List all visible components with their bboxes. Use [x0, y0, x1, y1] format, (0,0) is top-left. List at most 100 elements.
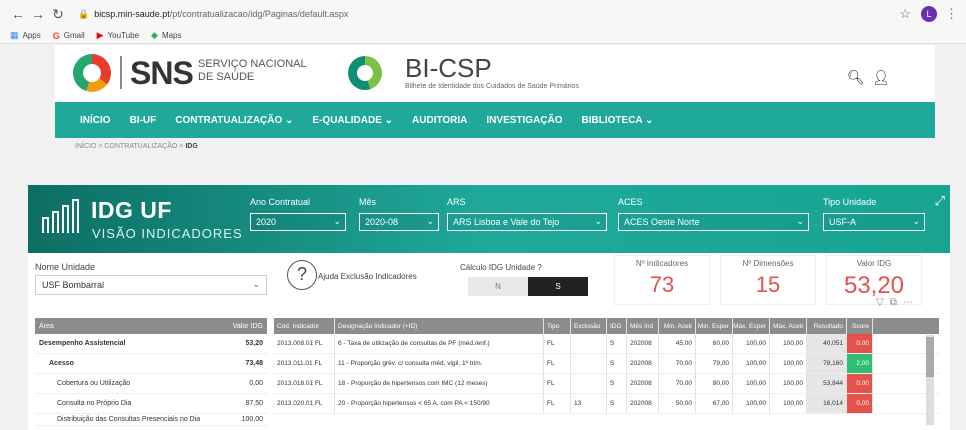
table-cell-exc	[571, 354, 607, 373]
filter-mes: Mês 2020-08 ⌄	[359, 197, 439, 231]
sns-logo-icon[interactable]	[73, 54, 111, 92]
nav-investigacao[interactable]: INVESTIGAÇÃO	[486, 115, 562, 126]
table-cell-min_e: 60,00	[696, 334, 733, 353]
table-cell-idg: S	[607, 374, 627, 393]
table-cell-cod: 2013.011.01 FL	[274, 354, 335, 373]
help-question-icon[interactable]: ?	[287, 260, 317, 290]
bookmark-apps[interactable]: ▦ Apps	[10, 30, 41, 41]
chevron-down-icon: ⌄	[912, 216, 920, 226]
indicators-table: Cód. Indicador Designação Indicador (+ID…	[274, 318, 939, 414]
table-cell-max_e: 100,00	[733, 374, 770, 393]
address-bar[interactable]: 🔒 bicsp.min-saude.pt/pt/contratualizacao/…	[78, 9, 899, 20]
bi-csp-title: BI-CSP	[405, 53, 492, 83]
nav-biblioteca[interactable]: BIBLIOTECA ⌄	[582, 115, 654, 126]
bi-csp-logo-icon[interactable]	[348, 56, 382, 90]
table-row[interactable]: 2013.008.01 FL 6 - Taxa de utilização de …	[274, 334, 939, 354]
kpi-num-dimensoes: Nº Dimensões 15	[720, 255, 816, 305]
logo-divider	[120, 56, 122, 89]
area-table-header: Área Valor IDG	[35, 318, 267, 334]
nav-auditoria[interactable]: AUDITORIA	[412, 115, 467, 126]
table-cell-min_a: 70,00	[659, 354, 696, 373]
table-cell-max_a: 100,00	[770, 354, 807, 373]
report-panel: IDG UF VISÃO INDICADORES Ano Contratual …	[28, 185, 950, 430]
scrollbar-thumb[interactable]	[926, 337, 934, 377]
table-cell-cod: 2013.008.01 FL	[274, 334, 335, 353]
table-row[interactable]: Consulta no Próprio Dia 87,50	[35, 394, 267, 414]
table-cell-tipo: FL	[544, 374, 571, 393]
unit-label: Nome Unidade	[35, 262, 96, 272]
filter-ars: ARS ARS Lisboa e Vale do Tejo ⌄	[447, 197, 607, 231]
search-icon[interactable]: 🔍︎	[847, 69, 865, 86]
table-cell-des: 18 - Proporção de hipertensos com IMC (1…	[335, 374, 544, 393]
bookmark-youtube[interactable]: ▶ YouTube	[97, 30, 139, 41]
browser-menu-icon[interactable]: ⋮	[945, 6, 958, 22]
nav-contratualizacao[interactable]: CONTRATUALIZAÇÃO ⌄	[175, 115, 293, 126]
table-cell-min_a: 70,00	[659, 374, 696, 393]
table-scrollbar[interactable]	[926, 335, 934, 425]
table-row[interactable]: Distribuição das Consultas Presenciais n…	[35, 414, 267, 426]
main-nav: INÍCIO BI-UF CONTRATUALIZAÇÃO ⌄ E-QUALID…	[55, 102, 935, 138]
aces-select[interactable]: ACES Oeste Norte ⌄	[618, 213, 809, 231]
user-icon[interactable]: 👤︎	[872, 69, 890, 86]
focus-mode-icon[interactable]: ⧉	[890, 297, 903, 308]
sns-wordmark: SNS	[130, 55, 194, 91]
table-row[interactable]: Cobertura ou Utilização 0,00	[35, 374, 267, 394]
toggle-n-button[interactable]: N	[468, 277, 528, 296]
table-cell-max_e: 100,00	[733, 334, 770, 353]
filter-icon[interactable]: ▽	[876, 297, 890, 308]
table-cell-res: 40,051	[807, 334, 847, 353]
lock-icon: 🔒	[78, 8, 90, 19]
back-icon[interactable]: ←	[8, 6, 28, 22]
table-cell-score: 2,00	[847, 354, 873, 373]
chevron-down-icon: ⌄	[252, 279, 260, 289]
table-cell-res: 16,014	[807, 394, 847, 413]
forward-icon[interactable]: →	[28, 6, 48, 22]
table-cell-max_a: 100,00	[770, 374, 807, 393]
bookmark-maps[interactable]: ◆ Maps	[151, 30, 181, 41]
table-cell-tipo: FL	[544, 354, 571, 373]
report-subtitle: VISÃO INDICADORES	[92, 226, 243, 241]
tipo-unidade-select[interactable]: USF-A ⌄	[823, 213, 925, 231]
table-cell-min_e: 79,00	[696, 354, 733, 373]
table-row[interactable]: Acesso 73,48	[35, 354, 267, 374]
table-cell-tipo: FL	[544, 334, 571, 353]
table-cell-res: 53,844	[807, 374, 847, 393]
table-row[interactable]: 2013.020.01 FL 20 - Proporção hipertensos…	[274, 394, 939, 414]
table-cell-max_a: 100,00	[770, 394, 807, 413]
bookmark-gmail[interactable]: G Gmail	[53, 31, 85, 41]
table-cell-score: 0,00	[847, 374, 873, 393]
toggle-s-button[interactable]: S	[528, 277, 588, 296]
indicators-table-header: Cód. Indicador Designação Indicador (+ID…	[274, 318, 939, 334]
nav-e-qualidade[interactable]: E-QUALIDADE ⌄	[312, 115, 393, 126]
ars-select[interactable]: ARS Lisboa e Vale do Tejo ⌄	[447, 213, 607, 231]
expand-icon[interactable]: ⤢	[935, 193, 945, 209]
table-cell-mes: 202008	[627, 354, 659, 373]
nav-inicio[interactable]: INÍCIO	[80, 115, 111, 126]
google-icon: G	[52, 30, 60, 41]
unit-select[interactable]: USF Bombarral ⌄	[35, 275, 267, 295]
table-cell-max_e: 100,00	[733, 394, 770, 413]
nav-bi-uf[interactable]: BI-UF	[130, 115, 157, 126]
table-row[interactable]: Desempenho Assistencial 53,20	[35, 334, 267, 354]
reload-icon[interactable]: ↻	[48, 6, 68, 23]
help-label[interactable]: Ajuda Exclusão Indicadores	[318, 272, 417, 281]
table-cell-cod: 2013.018.01 FL	[274, 374, 335, 393]
table-cell-mes: 202008	[627, 394, 659, 413]
more-options-icon[interactable]: ⋯	[903, 297, 919, 308]
table-cell-min_a: 50,00	[659, 394, 696, 413]
report-banner: IDG UF VISÃO INDICADORES Ano Contratual …	[28, 185, 950, 253]
bookmark-star-icon[interactable]: ☆	[899, 6, 911, 22]
page: SNS SERVIÇO NACIONAL DE SAÚDE BI-CSP Bil…	[0, 45, 966, 430]
table-row[interactable]: 2013.018.01 FL 18 - Proporção de hiperten…	[274, 374, 939, 394]
apps-grid-icon: ▦	[10, 30, 19, 40]
mes-select[interactable]: 2020-08 ⌄	[359, 213, 439, 231]
table-row[interactable]: 2013.011.01 FL 11 - Proporção grév. c/ co…	[274, 354, 939, 374]
table-cell-mes: 202008	[627, 334, 659, 353]
table-cell-cod: 2013.020.01 FL	[274, 394, 335, 413]
profile-avatar[interactable]: L	[921, 6, 937, 22]
ano-contratual-select[interactable]: 2020 ⌄	[250, 213, 346, 231]
table-cell-min_a: 45,00	[659, 334, 696, 353]
table-cell-des: 6 - Taxa de utilização de consultas de P…	[335, 334, 544, 353]
bookmarks-bar: ▦ Apps G Gmail ▶ YouTube ◆ Maps	[0, 28, 966, 44]
chevron-down-icon: ⌄	[796, 216, 804, 226]
